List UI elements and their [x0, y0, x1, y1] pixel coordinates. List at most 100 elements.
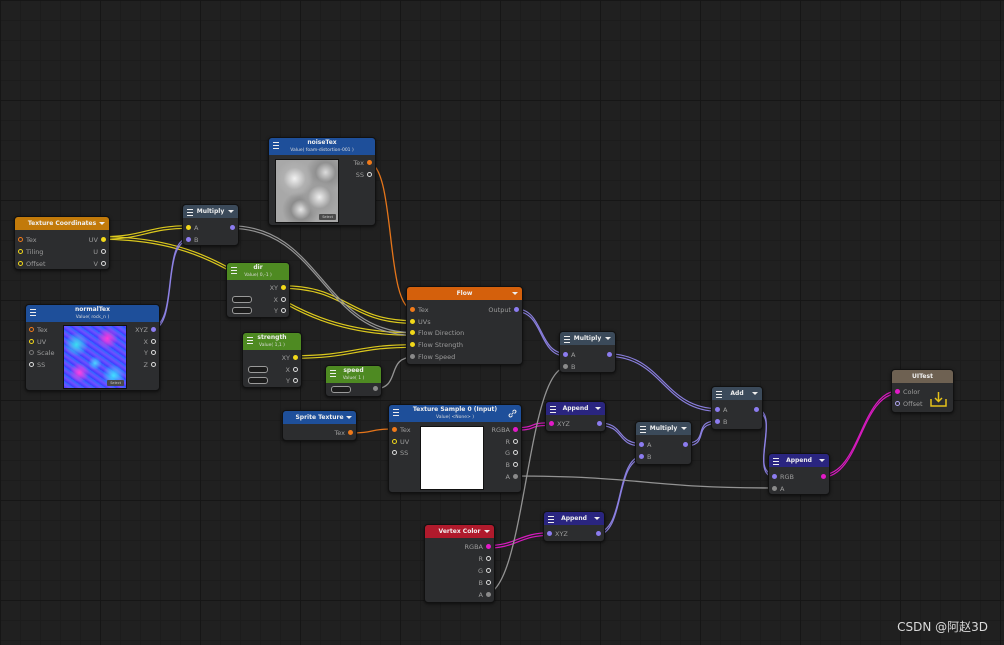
node-header[interactable]: Multiply [183, 205, 238, 218]
port-icon[interactable] [18, 260, 23, 266]
input-a[interactable]: A [639, 440, 651, 450]
output-v[interactable]: V [94, 259, 106, 269]
port-icon[interactable] [895, 388, 900, 394]
port-icon[interactable] [186, 236, 191, 242]
output-x[interactable]: X [274, 295, 286, 305]
node-header[interactable]: Texture Coordinates [15, 217, 109, 230]
node-header[interactable]: Sprite Texture [283, 411, 356, 424]
node-append[interactable]: Append XYZ [543, 511, 605, 542]
input-ss[interactable]: SS [392, 448, 408, 458]
output-rgba[interactable]: RGBA [492, 425, 518, 435]
port-icon[interactable] [513, 461, 518, 467]
menu-icon[interactable] [247, 337, 253, 344]
port-icon[interactable] [367, 159, 372, 165]
output-b[interactable]: B [506, 460, 518, 470]
output-rgba[interactable]: RGBA [465, 542, 491, 552]
output[interactable] [370, 384, 378, 394]
output[interactable] [594, 419, 602, 429]
wire[interactable] [281, 285, 415, 322]
wire[interactable] [100, 225, 191, 238]
port-icon[interactable] [754, 406, 759, 412]
input-rgb[interactable]: RGB [772, 472, 794, 482]
node-normal-tex[interactable]: normalTex Value( rock_n ) Select Tex UV S… [25, 304, 160, 391]
input-b[interactable]: B [563, 362, 575, 372]
node-header[interactable]: Multiply [560, 332, 615, 345]
menu-icon[interactable] [231, 267, 237, 274]
output[interactable] [604, 350, 612, 360]
port-icon[interactable] [18, 248, 23, 254]
output[interactable] [227, 223, 235, 233]
node-header[interactable]: noiseTex Value( foam-distortion-001 ) [269, 138, 375, 155]
output-xy[interactable]: XY [270, 283, 286, 293]
node-texture-coordinates[interactable]: Texture Coordinates Tex Tiling Offset UV… [14, 216, 110, 270]
dropdown-icon[interactable] [819, 459, 825, 462]
port-icon[interactable] [151, 326, 156, 332]
node-header[interactable]: Texture Sample 0 (Input) Value( <None> ) [389, 405, 521, 422]
port-icon[interactable] [392, 426, 397, 432]
node-vertex-color[interactable]: Vertex Color RGBA R G B A [424, 524, 495, 603]
value-field[interactable] [331, 386, 351, 393]
input-uvs[interactable]: UVs [410, 317, 431, 327]
port-icon[interactable] [392, 438, 397, 444]
port-icon[interactable] [29, 361, 34, 367]
output-y[interactable]: Y [274, 306, 286, 316]
port-icon[interactable] [101, 236, 106, 242]
menu-icon[interactable] [716, 391, 722, 398]
wire[interactable] [100, 227, 191, 240]
output-y[interactable]: Y [286, 376, 298, 386]
wire[interactable] [606, 353, 720, 410]
wire[interactable] [293, 346, 415, 359]
port-icon[interactable] [514, 306, 519, 312]
input-tex[interactable]: Tex [18, 235, 37, 245]
port-icon[interactable] [293, 366, 298, 372]
output-r[interactable]: R [478, 554, 491, 564]
output[interactable] [593, 529, 601, 539]
port-icon[interactable] [410, 306, 415, 312]
output[interactable] [818, 472, 826, 482]
input-a[interactable]: A [563, 350, 575, 360]
port-icon[interactable] [597, 420, 602, 426]
port-icon[interactable] [513, 449, 518, 455]
input-b[interactable]: B [639, 452, 651, 462]
node-strength[interactable]: strength Value( 1,1 ) XY X Y [242, 332, 302, 388]
dropdown-icon[interactable] [512, 292, 518, 295]
output-xy[interactable]: XY [282, 353, 298, 363]
output-y[interactable]: Y [144, 348, 156, 358]
node-add[interactable]: Add A B [711, 386, 763, 430]
input-b[interactable]: B [186, 235, 198, 245]
output-b[interactable]: B [479, 578, 491, 588]
input-xyz[interactable]: XYZ [547, 529, 568, 539]
node-texture-sample[interactable]: Texture Sample 0 (Input) Value( <None> ) … [388, 404, 522, 493]
port-icon[interactable] [486, 567, 491, 573]
output-x[interactable]: X [286, 365, 298, 375]
node-header[interactable]: normalTex Value( rock_n ) [26, 305, 159, 322]
port-icon[interactable] [29, 326, 34, 332]
port-icon[interactable] [367, 171, 372, 177]
input-scale[interactable]: Scale [29, 348, 55, 358]
output-xyz[interactable]: XYZ [135, 325, 156, 335]
dropdown-icon[interactable] [595, 407, 601, 410]
select-button[interactable]: Select [107, 380, 124, 386]
input-a[interactable]: A [772, 484, 784, 494]
dropdown-icon[interactable] [681, 427, 687, 430]
input-tex[interactable]: Tex [392, 425, 411, 435]
menu-icon[interactable] [187, 209, 193, 216]
output-r[interactable]: R [505, 437, 518, 447]
node-speed[interactable]: speed Value( 1 ) [325, 365, 382, 397]
port-icon[interactable] [895, 400, 900, 406]
port-icon[interactable] [392, 449, 397, 455]
port-icon[interactable] [547, 530, 552, 536]
link-icon[interactable] [508, 409, 517, 418]
node-header[interactable]: Multiply [636, 422, 691, 435]
menu-icon[interactable] [273, 142, 279, 149]
port-icon[interactable] [486, 579, 491, 585]
port-icon[interactable] [151, 349, 156, 355]
port-icon[interactable] [563, 363, 568, 369]
menu-icon[interactable] [564, 336, 570, 343]
input-offset[interactable]: Offset [895, 399, 923, 409]
input-flow-strength[interactable]: Flow Strength [410, 340, 463, 350]
port-icon[interactable] [486, 591, 491, 597]
graph-canvas[interactable]: Texture Coordinates Tex Tiling Offset UV… [0, 0, 1004, 645]
port-icon[interactable] [281, 284, 286, 290]
port-icon[interactable] [29, 338, 34, 344]
